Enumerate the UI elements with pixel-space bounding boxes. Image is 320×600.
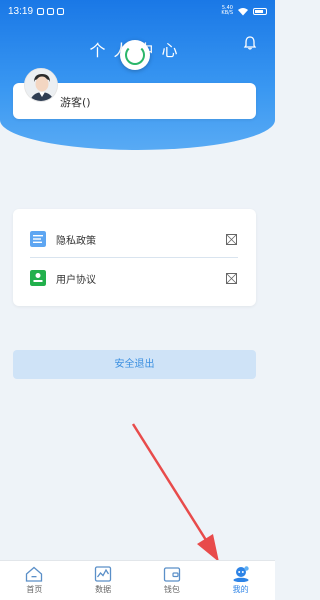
status-right-group: 5.40 KB/S bbox=[221, 6, 267, 16]
user-agreement-item[interactable]: 用户协议 bbox=[13, 258, 256, 298]
nav-item-wallet[interactable]: 钱包 bbox=[138, 561, 207, 600]
nav-label-data: 数据 bbox=[95, 585, 112, 594]
user-agreement-icon bbox=[30, 270, 46, 286]
profile-icon bbox=[233, 566, 249, 582]
home-icon bbox=[26, 566, 43, 582]
nav-label-wallet: 钱包 bbox=[163, 585, 180, 594]
privacy-policy-label: 隐私政策 bbox=[56, 235, 96, 247]
chevron-right-icon bbox=[226, 233, 237, 245]
loading-spinner bbox=[120, 40, 150, 70]
document-icon bbox=[30, 231, 46, 247]
status-notification-icon bbox=[57, 7, 65, 15]
wifi-icon bbox=[238, 7, 248, 15]
bell-icon[interactable] bbox=[243, 35, 257, 51]
status-notification-icon bbox=[47, 7, 55, 15]
nav-item-home[interactable]: 首页 bbox=[0, 561, 69, 600]
nav-label-home: 首页 bbox=[26, 585, 43, 594]
chevron-right-icon bbox=[226, 272, 237, 284]
annotation-arrow bbox=[131, 423, 219, 562]
bottom-nav: 首页 数据 钱包 我的 bbox=[0, 560, 275, 600]
network-speed: 5.40 KB/S bbox=[221, 5, 233, 16]
nav-item-profile[interactable]: 我的 bbox=[206, 561, 275, 600]
user-agreement-label: 用户协议 bbox=[56, 274, 96, 286]
chart-icon bbox=[94, 566, 112, 582]
menu-card: 隐私政策 用户协议 bbox=[13, 209, 256, 306]
nav-label-profile: 我的 bbox=[232, 585, 249, 594]
status-bar: 13:19 5.40 KB/S bbox=[0, 0, 275, 22]
battery-icon bbox=[253, 7, 267, 15]
status-time: 13:19 bbox=[8, 5, 34, 17]
status-notification-icon bbox=[37, 7, 45, 15]
privacy-policy-item[interactable]: 隐私政策 bbox=[13, 219, 256, 259]
logout-button[interactable]: 安全退出 bbox=[13, 350, 256, 379]
user-name: 游客() bbox=[60, 96, 91, 109]
nav-item-data[interactable]: 数据 bbox=[69, 561, 138, 600]
wallet-icon bbox=[163, 567, 181, 582]
avatar[interactable] bbox=[24, 68, 58, 102]
